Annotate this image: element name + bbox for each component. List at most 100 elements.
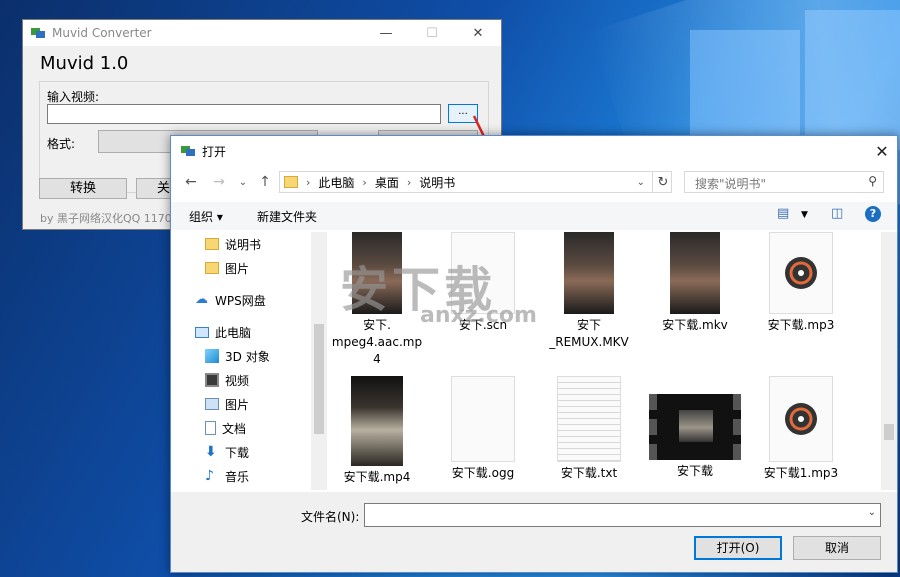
dialog-footer: 文件名(N): ⌄ 打开(O) 取消 bbox=[171, 492, 897, 572]
sidebar-item-documents[interactable]: 文档 bbox=[205, 418, 246, 438]
file-name: 安下载1.mp3 bbox=[763, 466, 839, 480]
folder-icon bbox=[205, 262, 219, 274]
sidebar-item-3d-objects[interactable]: 3D 对象 bbox=[205, 346, 270, 366]
chevron-right-icon: › bbox=[306, 175, 311, 189]
dialog-app-icon bbox=[180, 144, 196, 158]
sidebar-item-label: 图片 bbox=[225, 261, 250, 276]
watermark-url: anxz.com bbox=[420, 303, 537, 328]
maximize-icon[interactable]: ☐ bbox=[409, 20, 455, 46]
search-input[interactable]: 搜索"说明书" ⚲ bbox=[684, 171, 884, 193]
video-thumbnail bbox=[670, 232, 720, 314]
download-icon: ⬇ bbox=[205, 444, 217, 460]
muvid-titlebar[interactable]: Muvid Converter — ☐ ✕ bbox=[23, 20, 501, 46]
navigation-scrollbar-thumb[interactable] bbox=[314, 324, 324, 434]
chevron-right-icon: › bbox=[406, 175, 412, 189]
filmstrip-frame bbox=[679, 410, 713, 442]
dialog-title: 打开 bbox=[202, 144, 227, 159]
muvid-footer: by 黑子网络汉化QQ 1170 bbox=[40, 212, 172, 225]
file-item[interactable]: 安下载.txt bbox=[541, 376, 637, 482]
file-name: 安下载.mp4 bbox=[343, 470, 411, 484]
cancel-button[interactable]: 取消 bbox=[793, 536, 881, 560]
input-video-field[interactable] bbox=[47, 104, 441, 124]
navigation-pane: 说明书 图片 ☁ WPS网盘 此电脑 3D 对象 视频 图片 文档 ⬇ 下载 ♪… bbox=[171, 232, 311, 490]
address-dropdown-icon[interactable]: ⌄ bbox=[637, 177, 645, 188]
muvid-title: Muvid Converter bbox=[52, 26, 152, 40]
sidebar-item-label: WPS网盘 bbox=[215, 293, 266, 308]
sidebar-item-downloads[interactable]: ⬇ 下载 bbox=[205, 442, 249, 462]
file-item[interactable]: 安下载.mp4 bbox=[329, 376, 425, 486]
sidebar-item-pictures[interactable]: 图片 bbox=[205, 394, 249, 414]
sidebar-item-shuomingshu[interactable]: 说明书 bbox=[205, 234, 261, 254]
back-icon[interactable]: ← bbox=[181, 172, 201, 192]
close-icon[interactable]: ✕ bbox=[455, 20, 501, 46]
organize-button[interactable]: 组织 ▾ bbox=[189, 208, 223, 225]
file-name: 安下载.mp3 bbox=[767, 318, 835, 332]
audio-file-icon bbox=[769, 232, 833, 314]
sidebar-item-label: 音乐 bbox=[225, 469, 250, 484]
open-button[interactable]: 打开(O) bbox=[694, 536, 782, 560]
cube-icon bbox=[205, 349, 219, 363]
breadcrumb-item[interactable]: 此电脑 bbox=[318, 174, 354, 191]
blank-file-icon bbox=[451, 376, 515, 462]
file-item[interactable]: 安下载.ogg bbox=[435, 376, 531, 482]
search-placeholder: 搜索"说明书" bbox=[695, 177, 767, 191]
sidebar-item-this-pc[interactable]: 此电脑 bbox=[195, 322, 251, 342]
folder-icon bbox=[284, 176, 298, 188]
filename-field[interactable]: ⌄ bbox=[364, 503, 881, 527]
input-video-label: 输入视频: bbox=[47, 90, 100, 104]
file-list-scrollbar[interactable] bbox=[881, 232, 897, 490]
cloud-icon: ☁ bbox=[195, 292, 208, 307]
dialog-close-icon[interactable]: ✕ bbox=[867, 136, 897, 166]
chevron-right-icon: › bbox=[362, 175, 367, 189]
open-file-dialog: 打开 ✕ ← → ⌄ ↑ › 此电脑 › 桌面 › 说明书 ⌄ ↻ 搜索"说明书… bbox=[170, 135, 898, 573]
refresh-icon[interactable]: ↻ bbox=[652, 172, 673, 192]
computer-icon bbox=[195, 326, 209, 338]
search-icon[interactable]: ⚲ bbox=[868, 174, 877, 188]
breadcrumb-item[interactable]: 桌面 bbox=[375, 174, 399, 191]
minimize-icon[interactable]: — bbox=[363, 20, 409, 46]
sidebar-item-label: 视频 bbox=[225, 373, 250, 388]
video-icon bbox=[205, 373, 219, 387]
view-dropdown-icon[interactable]: ▼ bbox=[801, 210, 808, 220]
command-toolbar: 组织 ▾ 新建文件夹 ▤ ▼ ◫ ? bbox=[171, 202, 897, 230]
muvid-heading: Muvid 1.0 bbox=[40, 53, 129, 74]
sidebar-item-label: 下载 bbox=[225, 445, 250, 460]
file-item[interactable]: 安下载.mkv bbox=[647, 232, 743, 334]
file-name: 安下载 bbox=[676, 464, 713, 478]
document-icon bbox=[205, 421, 216, 435]
file-item[interactable]: 安下载 bbox=[647, 376, 743, 480]
sidebar-item-wps[interactable]: ☁ WPS网盘 bbox=[195, 290, 266, 310]
up-icon[interactable]: ↑ bbox=[255, 172, 275, 192]
breadcrumb-item[interactable]: 说明书 bbox=[419, 174, 455, 191]
filmstrip-icon bbox=[649, 394, 741, 460]
sidebar-item-label: 图片 bbox=[225, 397, 250, 412]
navigation-bar: ← → ⌄ ↑ › 此电脑 › 桌面 › 说明书 ⌄ ↻ 搜索"说明书" ⚲ bbox=[171, 170, 897, 196]
file-name: 安下载.txt bbox=[560, 466, 618, 480]
sidebar-item-videos[interactable]: 视频 bbox=[205, 370, 249, 390]
dialog-titlebar[interactable]: 打开 ✕ bbox=[171, 136, 897, 166]
filename-dropdown-icon[interactable]: ⌄ bbox=[868, 507, 876, 518]
sidebar-item-music[interactable]: ♪ 音乐 bbox=[205, 466, 249, 486]
file-item[interactable]: 安下载.mp3 bbox=[753, 232, 849, 334]
filename-label: 文件名(N): bbox=[301, 510, 360, 524]
forward-icon[interactable]: → bbox=[209, 172, 229, 192]
help-icon[interactable]: ? bbox=[865, 206, 881, 222]
audio-file-icon bbox=[769, 376, 833, 462]
address-bar[interactable]: › 此电脑 › 桌面 › 说明书 ⌄ bbox=[279, 171, 672, 193]
file-list-scrollbar-thumb[interactable] bbox=[884, 424, 894, 440]
convert-button[interactable]: 转换 bbox=[39, 178, 127, 199]
file-name: 安下载.mkv bbox=[662, 318, 728, 332]
video-thumbnail bbox=[351, 376, 403, 466]
sidebar-item-label: 3D 对象 bbox=[225, 349, 270, 364]
view-options-icon[interactable]: ▤ bbox=[777, 206, 789, 221]
recent-dropdown-icon[interactable]: ⌄ bbox=[233, 172, 253, 192]
sidebar-item-pictures-folder[interactable]: 图片 bbox=[205, 258, 249, 278]
file-item[interactable]: 安下载1.mp3 bbox=[753, 376, 849, 482]
picture-icon bbox=[205, 398, 219, 410]
preview-pane-icon[interactable]: ◫ bbox=[831, 206, 843, 221]
sidebar-item-label: 说明书 bbox=[225, 237, 262, 252]
sidebar-item-label: 文档 bbox=[222, 421, 247, 436]
file-item[interactable]: 安下 _REMUX.MKV bbox=[541, 232, 637, 351]
video-thumbnail bbox=[564, 232, 614, 314]
new-folder-button[interactable]: 新建文件夹 bbox=[257, 208, 317, 225]
